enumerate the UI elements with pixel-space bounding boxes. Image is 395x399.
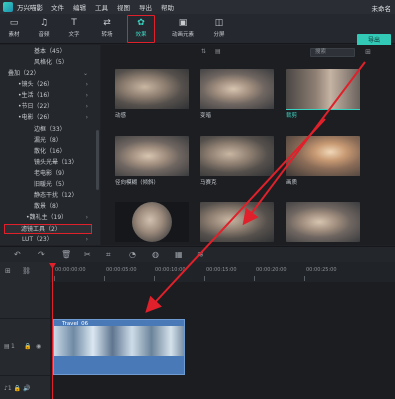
chevron-right-icon: ›: [85, 81, 88, 88]
music-icon: ♫: [39, 18, 49, 28]
splitscreen-icon: ◫: [214, 18, 224, 28]
category-panel: 基本（45） 风格化（5） 叠加（22） ⌄ •镜头（26） › •生活（16） › …: [0, 45, 100, 245]
cut-icon[interactable]: ✂: [84, 250, 91, 259]
category-scrollbar[interactable]: [96, 130, 99, 190]
grid-view-icon[interactable]: ⊞: [365, 48, 371, 56]
category-item[interactable]: 风格化（5）: [0, 58, 96, 68]
audio-track-label: ♪1 🔒 🔊: [4, 385, 31, 392]
effect-thumbnail: [286, 69, 360, 110]
menu-file[interactable]: 文件: [51, 2, 64, 12]
effect-thumbnail: [200, 69, 274, 109]
category-item[interactable]: 叠加（22） ⌄: [0, 69, 96, 79]
timeline-ruler[interactable]: ⊞ ⛓ 00:00:00:00 00:00:05:00 00:00:10:00 …: [0, 262, 395, 282]
eye-icon[interactable]: ◉: [36, 343, 41, 350]
video-track-icon: ▤: [4, 343, 10, 350]
effect-item[interactable]: [200, 202, 274, 242]
effect-thumbnail: [132, 202, 172, 242]
effects-library: ⇅ ▤ 搜索 ⊞ 动感 变暗 裁剪 径向模糊（倾斜） 马赛克 画质: [101, 45, 395, 245]
chevron-right-icon: ›: [85, 236, 88, 243]
menu-export[interactable]: 导出: [139, 2, 152, 12]
category-item[interactable]: •生活（16） ›: [0, 91, 96, 101]
category-item[interactable]: •镜头（26） ›: [0, 80, 96, 90]
tab-effects[interactable]: ✿ 效果: [127, 15, 155, 43]
effect-item[interactable]: 马赛克: [200, 136, 274, 191]
empty-track-head: [0, 282, 50, 318]
category-item[interactable]: 基本（45）: [0, 47, 96, 57]
undo-icon[interactable]: ↶: [14, 250, 21, 259]
effect-item[interactable]: 径向模糊（倾斜）: [115, 136, 189, 191]
app-name: 万兴喵影: [17, 4, 43, 12]
text-icon: T: [71, 18, 77, 28]
main-toolbar: ▭ 素材 ♫ 音频 T 文字 ⇄ 转场 ✿ 效果 ▣ 动画元素 ◫ 分屏 导出: [0, 14, 395, 47]
category-item[interactable]: 散化（16）: [0, 147, 96, 157]
app-logo-icon: [3, 2, 13, 12]
chevron-right-icon: ›: [85, 214, 88, 221]
audio-mixer-icon[interactable]: ≋: [197, 250, 204, 259]
category-item[interactable]: 旧暖光（5）: [0, 180, 96, 190]
redo-icon[interactable]: ↷: [38, 250, 45, 259]
effect-thumbnail: [200, 136, 274, 176]
video-track-head: ▤ 1 🔒 ◉: [0, 319, 50, 375]
search-input[interactable]: 搜索: [310, 48, 355, 57]
effect-item-selected[interactable]: 裁剪: [286, 69, 360, 124]
category-item[interactable]: 散景（8）: [0, 202, 96, 212]
color-icon[interactable]: ◍: [152, 250, 159, 259]
effect-item[interactable]: 动感: [115, 69, 189, 124]
tab-transitions[interactable]: ⇄ 转场: [94, 16, 120, 42]
tab-media[interactable]: ▭ 素材: [1, 16, 27, 42]
menu-tools[interactable]: 工具: [95, 2, 108, 12]
tab-splitscreen[interactable]: ◫ 分屏: [206, 16, 232, 42]
category-item[interactable]: 边框（33）: [0, 125, 96, 135]
menubar: 万兴喵影 文件 编辑 工具 视图 导出 帮助 未命名: [0, 0, 395, 14]
filter-icon[interactable]: ▤: [215, 48, 221, 55]
effect-item[interactable]: [115, 202, 189, 242]
delete-icon[interactable]: 🗑: [61, 250, 71, 259]
effect-thumbnail: [115, 136, 189, 176]
category-item[interactable]: 漏光（8）: [0, 136, 96, 146]
clip-thumbnails: [54, 326, 184, 356]
sort-icon[interactable]: ⇅: [201, 48, 206, 55]
link-icon[interactable]: ⛓: [22, 267, 31, 275]
timeline-tracks: ▤ 1 🔒 ◉ Travel_06: [0, 282, 395, 399]
add-track-icon[interactable]: ⊞: [5, 267, 11, 275]
tab-elements[interactable]: ▣ 动画元素: [167, 16, 199, 42]
chevron-right-icon: ›: [85, 92, 88, 99]
crop-icon[interactable]: ⌗: [106, 250, 111, 260]
green-screen-icon[interactable]: ▦: [175, 250, 183, 259]
menu-edit[interactable]: 编辑: [73, 2, 86, 12]
effects-icon: ✿: [137, 18, 145, 28]
timeline-toolbar: ↶ ↷ 🗑 ✂ ⌗ ◔ ◍ ▦ ≋: [0, 246, 395, 262]
category-item-filter-tools[interactable]: 滤镜工具（2）: [4, 224, 92, 234]
chevron-right-icon: ›: [85, 114, 88, 121]
effect-item[interactable]: 变暗: [200, 69, 274, 124]
speed-icon[interactable]: ◔: [129, 250, 136, 259]
image-icon: ▣: [178, 18, 188, 28]
effect-thumbnail: [286, 202, 360, 242]
playhead[interactable]: [52, 268, 53, 399]
effect-item[interactable]: [286, 202, 360, 242]
lock-icon[interactable]: 🔒: [24, 343, 31, 350]
library-topbar: ⇅ ▤ 搜索 ⊞: [101, 48, 395, 57]
category-item[interactable]: 静态干扰（12）: [0, 191, 96, 201]
project-name: 未命名: [371, 5, 392, 13]
chevron-right-icon: ›: [85, 103, 88, 110]
menu-view[interactable]: 视图: [117, 2, 130, 12]
folder-icon: ▭: [9, 18, 19, 28]
category-item[interactable]: 老电影（9）: [0, 169, 96, 179]
effect-thumbnail: [286, 136, 360, 176]
category-item[interactable]: LUT（23） ›: [0, 235, 96, 245]
video-clip[interactable]: Travel_06: [53, 319, 185, 375]
category-item[interactable]: •电影（26） ›: [0, 113, 96, 123]
category-item[interactable]: •节日（22） ›: [0, 102, 96, 112]
transition-icon: ⇄: [103, 18, 111, 28]
effect-thumbnail: [115, 69, 189, 109]
chevron-down-icon: ⌄: [82, 70, 88, 77]
tab-audio[interactable]: ♫ 音频: [31, 16, 57, 42]
tab-text[interactable]: T 文字: [61, 16, 87, 42]
effect-item[interactable]: 画质: [286, 136, 360, 191]
effect-thumbnail: [200, 202, 274, 242]
menu-help[interactable]: 帮助: [161, 2, 174, 12]
category-item[interactable]: 镜头光晕（13）: [0, 158, 96, 168]
category-item[interactable]: •魏礼主（19） ›: [0, 213, 96, 223]
